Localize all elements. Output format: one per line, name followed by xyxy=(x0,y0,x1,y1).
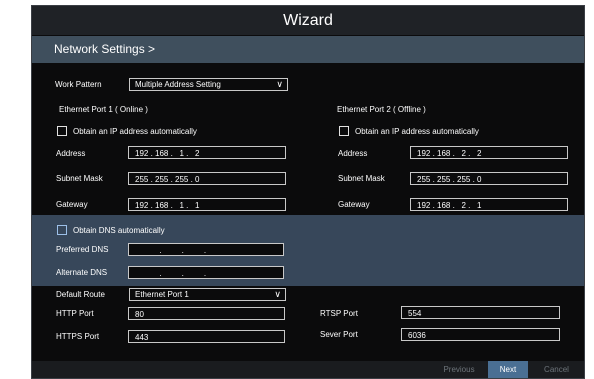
port2-header: Ethernet Port 2 ( Offline ) xyxy=(337,105,426,114)
auto-dns-label: Obtain DNS automatically xyxy=(73,226,165,235)
port1-subnet-label: Subnet Mask xyxy=(56,174,103,183)
https-port-field[interactable]: 443 xyxy=(128,330,285,343)
port2-address-label: Address xyxy=(338,149,368,158)
preferred-dns-label: Preferred DNS xyxy=(56,245,109,254)
work-pattern-label: Work Pattern xyxy=(55,80,102,89)
port1-auto-ip-label: Obtain an IP address automatically xyxy=(73,127,197,136)
port2-subnet-label: Subnet Mask xyxy=(338,174,385,183)
port1-subnet-field[interactable]: 255 . 255 . 255 . 0 xyxy=(128,172,286,185)
default-route-select[interactable]: Ethernet Port 1 ∨ xyxy=(129,288,286,301)
chevron-down-icon: ∨ xyxy=(274,289,281,299)
alternate-dns-label: Alternate DNS xyxy=(56,268,108,277)
work-pattern-value: Multiple Address Setting xyxy=(135,80,221,89)
cancel-button[interactable]: Cancel xyxy=(533,361,580,378)
port2-subnet-field[interactable]: 255 . 255 . 255 . 0 xyxy=(410,172,568,185)
wizard-window: Wizard Network Settings > Work Pattern M… xyxy=(31,5,585,379)
https-port-label: HTTPS Port xyxy=(56,332,100,341)
http-port-label: HTTP Port xyxy=(56,309,94,318)
breadcrumb-label: Network Settings > xyxy=(54,42,156,56)
rtsp-port-field[interactable]: 554 xyxy=(401,306,560,319)
alternate-dns-field[interactable]: . . . xyxy=(128,266,284,279)
port1-auto-ip-checkbox[interactable] xyxy=(57,126,67,136)
default-route-label: Default Route xyxy=(56,290,105,299)
port2-address-field[interactable]: 192 . 168 . 2 . 2 xyxy=(410,146,568,159)
port1-gateway-label: Gateway xyxy=(56,200,88,209)
preferred-dns-field[interactable]: . . . xyxy=(128,243,284,256)
auto-dns-checkbox[interactable] xyxy=(57,225,67,235)
port1-address-label: Address xyxy=(56,149,86,158)
port2-auto-ip-label: Obtain an IP address automatically xyxy=(355,127,479,136)
port2-gateway-field[interactable]: 192 . 168 . 2 . 1 xyxy=(410,198,568,211)
next-button[interactable]: Next xyxy=(488,361,528,378)
port1-address-field[interactable]: 192 . 168 . 1 . 2 xyxy=(128,146,286,159)
default-route-value: Ethernet Port 1 xyxy=(135,290,189,299)
window-title: Wizard xyxy=(32,6,584,35)
dns-section: Obtain DNS automatically Preferred DNS .… xyxy=(32,215,584,286)
port2-auto-ip-checkbox[interactable] xyxy=(339,126,349,136)
port2-gateway-label: Gateway xyxy=(338,200,370,209)
port1-gateway-field[interactable]: 192 . 168 . 1 . 1 xyxy=(128,198,286,211)
previous-button[interactable]: Previous xyxy=(433,361,485,378)
server-port-field[interactable]: 6036 xyxy=(401,328,560,341)
footer-bar: Previous Next Cancel xyxy=(32,361,584,378)
rtsp-port-label: RTSP Port xyxy=(320,309,358,318)
http-port-field[interactable]: 80 xyxy=(128,307,285,320)
server-port-label: Sever Port xyxy=(320,330,358,339)
chevron-down-icon: ∨ xyxy=(276,79,283,89)
port1-header: Ethernet Port 1 ( Online ) xyxy=(59,105,148,114)
work-pattern-select[interactable]: Multiple Address Setting ∨ xyxy=(129,78,288,91)
breadcrumb: Network Settings > xyxy=(32,36,584,63)
